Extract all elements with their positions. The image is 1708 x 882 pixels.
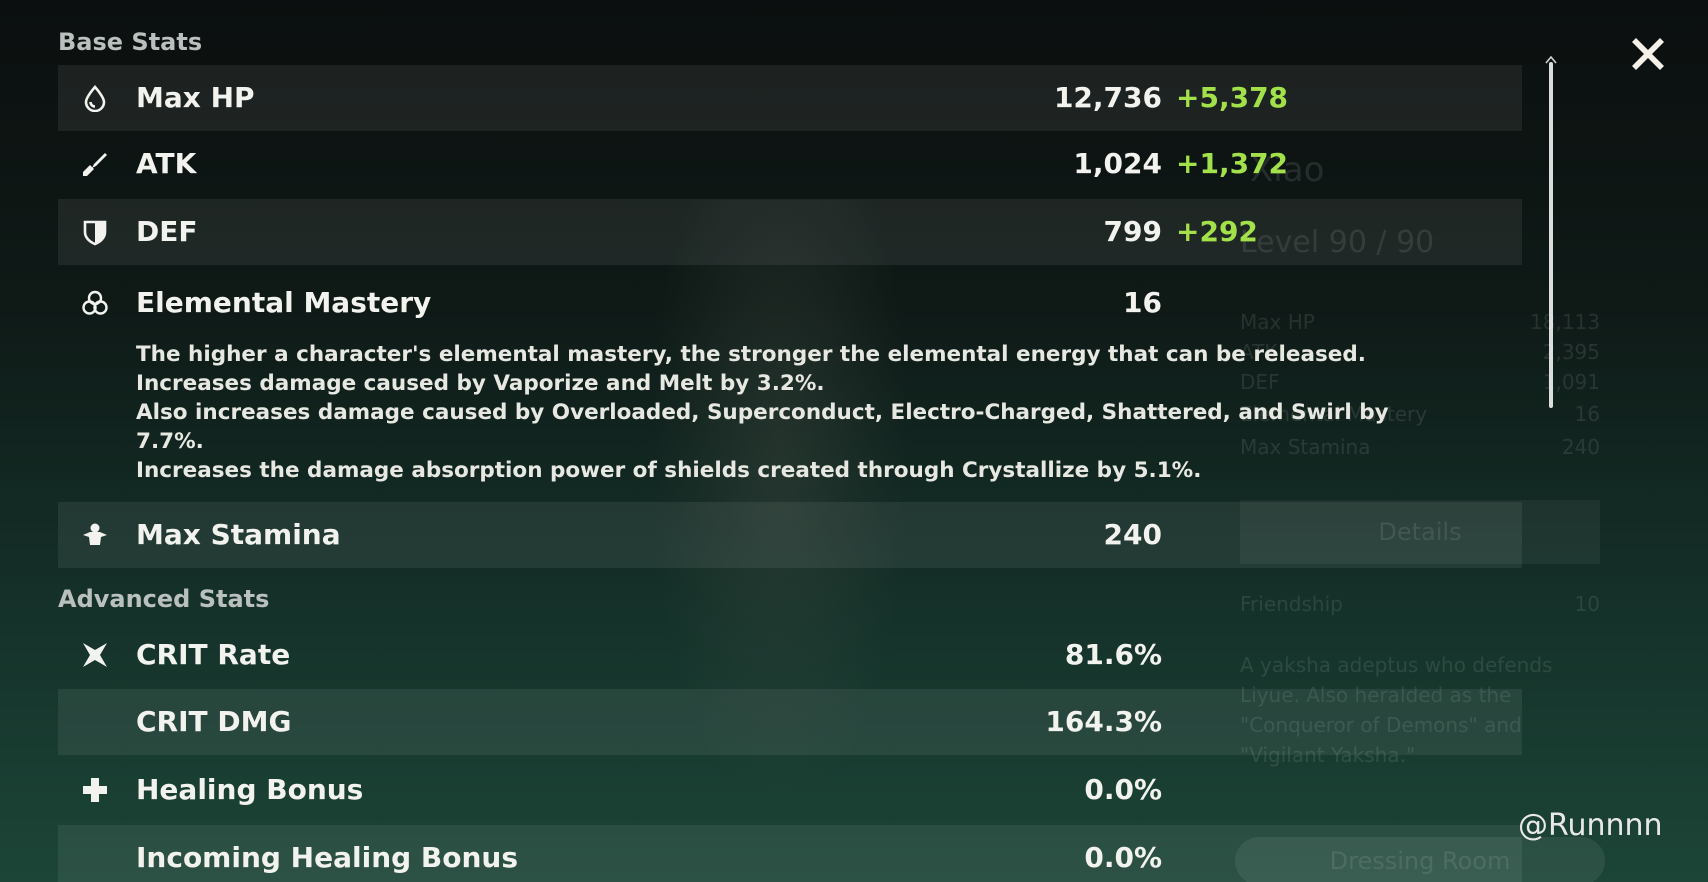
crit-icon — [81, 641, 109, 669]
bg-stat-value: 240 — [1561, 435, 1600, 459]
stats-panel: Base Stats Max HP 12,736 +5,378 ATK 1,02… — [58, 0, 1522, 882]
stat-label: CRIT DMG — [136, 705, 292, 738]
attribute-screen: Xiao Level 90 / 90 Max HP 18,113 ATK 2,395… — [0, 0, 1708, 882]
advanced-stats-title: Advanced Stats — [58, 585, 270, 613]
stat-row-max-stamina: Max Stamina 240 — [58, 502, 1522, 568]
stat-value: 164.3% — [1045, 705, 1162, 738]
scrollbar-thumb[interactable] — [1549, 62, 1553, 408]
elemental-mastery-icon — [81, 289, 109, 317]
description-line: Also increases damage caused by Overload… — [136, 400, 1389, 425]
stat-label: DEF — [136, 215, 198, 248]
stat-value: 81.6% — [1064, 638, 1162, 671]
base-stats-title: Base Stats — [58, 28, 203, 56]
stat-bonus: +1,372 — [1176, 147, 1289, 180]
stat-label: CRIT Rate — [136, 638, 291, 671]
bg-friendship-value: 10 — [1574, 592, 1600, 616]
stat-row-def: DEF 799 +292 — [58, 199, 1522, 265]
stat-label: Elemental Mastery — [136, 286, 432, 319]
stat-value: 799 — [1103, 215, 1162, 248]
close-button[interactable] — [1626, 32, 1670, 76]
description-line: The higher a character's elemental maste… — [136, 342, 1366, 367]
stat-value: 1,024 — [1073, 147, 1162, 180]
elemental-mastery-description: The higher a character's elemental maste… — [136, 340, 1556, 485]
stat-value: 0.0% — [1084, 773, 1162, 806]
stat-row-max-hp: Max HP 12,736 +5,378 — [58, 65, 1522, 131]
healing-cross-icon — [81, 776, 109, 804]
close-icon[interactable] — [1626, 32, 1670, 76]
stat-value: 240 — [1103, 518, 1162, 551]
stat-row-crit-rate: CRIT Rate 81.6% — [58, 622, 1522, 688]
scrollbar[interactable] — [1545, 50, 1557, 410]
stat-value: 0.0% — [1084, 841, 1162, 874]
bg-stat-value: 18,113 — [1530, 310, 1600, 334]
stamina-icon — [81, 521, 109, 549]
stat-value: 16 — [1123, 286, 1162, 319]
description-line: Increases the damage absorption power of… — [136, 458, 1202, 483]
stat-row-elemental-mastery: Elemental Mastery 16 — [58, 270, 1522, 336]
description-line: Increases damage caused by Vaporize and … — [136, 371, 825, 396]
description-line: 7.7%. — [136, 429, 204, 454]
bg-stat-value: 16 — [1574, 402, 1600, 426]
stat-label: Healing Bonus — [136, 773, 364, 806]
stat-row-healing-bonus: Healing Bonus 0.0% — [58, 757, 1522, 823]
stat-block-elemental-mastery: Elemental Mastery 16 The higher a charac… — [58, 270, 1522, 502]
shield-icon — [81, 218, 109, 246]
stat-label: ATK — [136, 147, 197, 180]
watermark: @Runnnn — [1518, 808, 1663, 843]
sword-icon — [81, 150, 109, 178]
hp-drop-icon — [81, 84, 109, 113]
stat-label: Max Stamina — [136, 518, 341, 551]
scroll-up-icon[interactable] — [1545, 50, 1557, 64]
stat-bonus: +292 — [1176, 215, 1258, 248]
stat-label: Max HP — [136, 81, 255, 114]
stat-row-incoming-healing-bonus: Incoming Healing Bonus 0.0% — [58, 825, 1522, 882]
stat-row-crit-dmg: CRIT DMG 164.3% — [58, 689, 1522, 755]
stat-value: 12,736 — [1053, 81, 1162, 114]
stat-label: Incoming Healing Bonus — [136, 841, 519, 874]
stat-row-atk: ATK 1,024 +1,372 — [58, 131, 1522, 197]
stat-bonus: +5,378 — [1176, 81, 1289, 114]
